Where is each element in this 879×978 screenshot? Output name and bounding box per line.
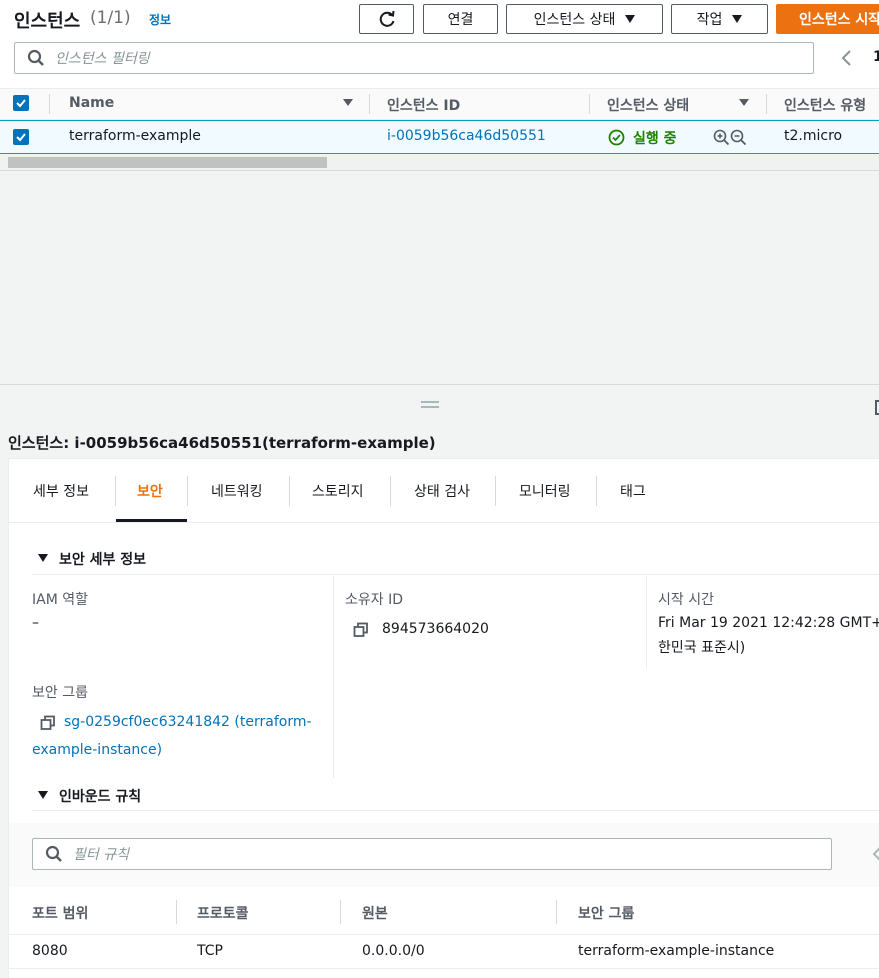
refresh-button[interactable] <box>359 4 414 34</box>
column-divider <box>340 900 341 924</box>
column-port-range[interactable]: 포트 범위 <box>32 903 88 923</box>
details-title: 인스턴스: i-0059b56ca46d50551(terraform-exam… <box>8 434 436 452</box>
actions-label: 작업 <box>696 12 723 28</box>
status-check-icon <box>608 129 625 146</box>
launch-instances-button[interactable]: 인스턴스 시작 <box>776 4 879 34</box>
rule-protocol: TCP <box>197 943 223 959</box>
rule-source: 0.0.0.0/0 <box>362 943 425 959</box>
owner-id-value: 894573664020 <box>382 621 489 637</box>
column-divider <box>333 576 334 778</box>
iam-role-value: – <box>32 615 39 631</box>
row-type: t2.micro <box>784 128 843 144</box>
column-security-group[interactable]: 보안 그룹 <box>578 903 634 923</box>
tab-storage[interactable]: 스토리지 <box>312 481 364 501</box>
search-icon <box>27 49 44 66</box>
section-divider <box>32 810 879 811</box>
caret-down-icon[interactable] <box>38 554 48 562</box>
caret-down-icon[interactable] <box>38 791 48 799</box>
column-divider <box>49 94 50 114</box>
check-icon <box>16 99 26 108</box>
column-divider <box>766 94 767 114</box>
column-divider <box>556 900 557 924</box>
tab-monitoring[interactable]: 모니터링 <box>519 481 571 501</box>
instance-filter-input[interactable]: 인스턴스 필터링 <box>14 42 814 74</box>
row-instance-id[interactable]: i-0059b56ca46d50551 <box>387 128 546 144</box>
column-instance-state[interactable]: 인스턴스 상태 <box>607 95 689 115</box>
column-instance-type[interactable]: 인스턴스 유형 <box>784 95 866 115</box>
zoom-in-icon[interactable] <box>713 129 730 146</box>
iam-role-label: IAM 역할 <box>32 592 88 608</box>
tab-divider <box>495 476 496 506</box>
refresh-icon <box>379 10 394 27</box>
column-instance-id[interactable]: 인스턴스 ID <box>387 95 460 115</box>
chevron-left-icon[interactable] <box>840 49 854 67</box>
tab-status-checks[interactable]: 상태 검사 <box>414 481 470 501</box>
launch-label: 인스턴스 시작 <box>799 12 879 28</box>
tab-details[interactable]: 세부 정보 <box>33 481 89 501</box>
section-divider <box>32 574 879 575</box>
security-details-heading[interactable]: 보안 세부 정보 <box>59 549 146 569</box>
tab-divider <box>390 476 391 506</box>
tabs-bottom-border <box>9 522 879 523</box>
tab-divider <box>596 476 597 506</box>
inbound-rules-heading[interactable]: 인바운드 규칙 <box>59 786 141 806</box>
column-protocol[interactable]: 프로토콜 <box>197 903 249 923</box>
rule-filter-placeholder: 필터 규칙 <box>73 847 129 863</box>
connect-button[interactable]: 연결 <box>423 4 498 34</box>
chevron-left-icon[interactable] <box>871 846 879 862</box>
row-checkbox[interactable] <box>13 129 29 145</box>
security-group-label: 보안 그룹 <box>32 685 88 701</box>
rule-port: 8080 <box>32 943 68 959</box>
connect-label: 연결 <box>447 12 474 28</box>
column-divider <box>646 576 647 668</box>
row-bottom-border <box>9 968 879 969</box>
rule-security-group: terraform-example-instance <box>578 943 775 959</box>
copy-icon[interactable] <box>353 622 369 638</box>
column-name[interactable]: Name <box>69 95 114 111</box>
instance-state-button[interactable]: 인스턴스 상태 <box>506 4 663 34</box>
launch-time-value-line1: Fri Mar 19 2021 12:42:28 GMT+ <box>658 615 879 631</box>
filter-placeholder: 인스턴스 필터링 <box>55 51 150 67</box>
info-link[interactable]: 정보 <box>149 11 171 28</box>
rules-table-header <box>9 887 879 935</box>
tab-networking[interactable]: 네트워킹 <box>211 481 263 501</box>
tab-tags[interactable]: 태그 <box>620 481 646 501</box>
security-group-link-line1[interactable]: sg-0259cf0ec63241842 (terraform- <box>64 714 312 730</box>
security-group-link-line2[interactable]: example-instance) <box>32 742 162 758</box>
caret-down-icon <box>625 15 636 23</box>
scrollbar-thumb[interactable] <box>8 157 327 168</box>
copy-icon[interactable] <box>40 715 56 731</box>
tab-divider <box>289 476 290 506</box>
column-divider <box>589 94 590 114</box>
resize-handle[interactable] <box>421 401 439 408</box>
tab-divider <box>187 476 188 506</box>
sort-icon[interactable] <box>739 99 749 106</box>
tab-divider <box>115 476 116 506</box>
row-name: terraform-example <box>69 128 201 144</box>
column-divider <box>369 94 370 114</box>
instance-state-label: 인스턴스 상태 <box>533 12 616 28</box>
instance-count: (1/1) <box>90 8 131 28</box>
select-all-checkbox[interactable] <box>13 95 29 111</box>
sort-icon[interactable] <box>343 99 353 106</box>
split-panel-icon[interactable] <box>875 400 879 415</box>
launch-time-value-line2: 한민국 표준시) <box>658 640 746 656</box>
owner-id-label: 소유자 ID <box>345 592 403 608</box>
rule-filter-input[interactable]: 필터 규칙 <box>32 838 832 870</box>
row-state: 실행 중 <box>633 131 677 147</box>
caret-down-icon <box>732 15 743 23</box>
page-title: 인스턴스 <box>14 11 81 32</box>
actions-button[interactable]: 작업 <box>671 4 768 34</box>
search-icon <box>45 845 62 862</box>
column-divider <box>176 900 177 924</box>
tab-security[interactable]: 보안 <box>137 481 163 501</box>
launch-time-label: 시작 시간 <box>658 592 714 608</box>
page-number[interactable]: 1 <box>873 49 879 65</box>
split-pane-border <box>0 384 879 385</box>
column-source[interactable]: 원본 <box>362 903 388 923</box>
check-icon <box>16 133 26 142</box>
zoom-out-icon[interactable] <box>730 129 747 146</box>
